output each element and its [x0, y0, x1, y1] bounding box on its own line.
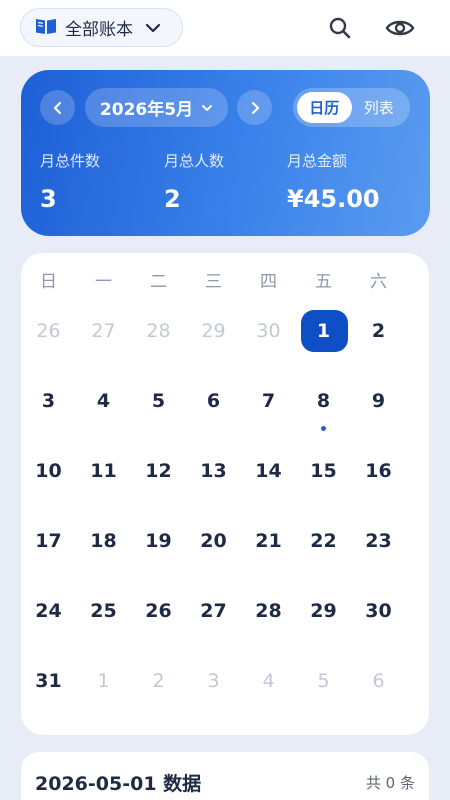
stat-label: 月总件数	[40, 152, 101, 170]
month-label: 2026年5月	[99, 100, 194, 120]
calendar-day[interactable]: 27	[76, 310, 131, 352]
calendar-day[interactable]: 4	[76, 380, 131, 422]
stat-monthly-people: 月总人数 2	[164, 150, 224, 213]
calendar-day[interactable]: 10	[21, 450, 76, 492]
book-icon	[35, 17, 57, 39]
month-selector[interactable]: 2026年5月	[85, 88, 228, 127]
calendar-day[interactable]: 29	[296, 590, 351, 632]
calendar-day[interactable]: 14	[241, 450, 296, 492]
calendar-day[interactable]: 24	[21, 590, 76, 632]
calendar-day[interactable]: 22	[296, 520, 351, 562]
chevron-left-icon	[53, 101, 61, 114]
calendar: 日 一 二 三 四 五 六 26 27 28 29 30 1 2 3 4 5 6…	[21, 253, 429, 735]
day-data-title: 2026-05-01 数据	[35, 773, 202, 795]
calendar-day[interactable]: 15	[296, 450, 351, 492]
calendar-day-selected[interactable]: 1	[296, 310, 351, 352]
calendar-day[interactable]: 16	[351, 450, 406, 492]
calendar-day[interactable]: 6	[186, 380, 241, 422]
calendar-day[interactable]: 19	[131, 520, 186, 562]
prev-month-button[interactable]	[40, 90, 75, 125]
month-summary-card: 2026年5月 日历 列表 月总件数 3 月总人数 2 月总金额 ¥45.00	[21, 70, 430, 236]
calendar-day[interactable]: 11	[76, 450, 131, 492]
calendar-day[interactable]: 6	[351, 660, 406, 702]
weekday-label: 一	[95, 272, 112, 292]
calendar-day[interactable]: 23	[351, 520, 406, 562]
calendar-day[interactable]: 9	[351, 380, 406, 422]
calendar-day[interactable]: 17	[21, 520, 76, 562]
record-indicator-dot	[321, 426, 326, 431]
calendar-week: 17 18 19 20 21 22 23	[21, 520, 429, 562]
tab-list[interactable]: 列表	[352, 92, 407, 123]
day-data-count: 共 0 条	[365, 774, 415, 792]
calendar-day[interactable]: 20	[186, 520, 241, 562]
view-toggle: 日历 列表	[293, 88, 410, 127]
calendar-day[interactable]: 2	[131, 660, 186, 702]
calendar-week: 31 1 2 3 4 5 6	[21, 660, 429, 702]
calendar-day[interactable]: 28	[131, 310, 186, 352]
calendar-day[interactable]: 26	[21, 310, 76, 352]
calendar-day[interactable]: 18	[76, 520, 131, 562]
weekday-label: 六	[370, 272, 387, 292]
stat-label: 月总金额	[287, 152, 348, 170]
calendar-day[interactable]: 8	[296, 380, 351, 431]
weekday-label: 二	[150, 272, 167, 292]
weekday-label: 五	[315, 272, 332, 292]
calendar-day[interactable]: 26	[131, 590, 186, 632]
account-selector-label: 全部账本	[65, 20, 133, 40]
chevron-right-icon	[251, 101, 259, 114]
day-data-card: 2026-05-01 数据 共 0 条	[21, 752, 429, 800]
calendar-day[interactable]: 4	[241, 660, 296, 702]
calendar-day[interactable]: 12	[131, 450, 186, 492]
stat-value: 3	[40, 185, 57, 213]
weekday-label: 四	[260, 272, 277, 292]
eye-icon[interactable]	[383, 11, 417, 45]
account-selector[interactable]: 全部账本	[20, 8, 183, 47]
calendar-day[interactable]: 3	[21, 380, 76, 422]
weekday-label: 三	[205, 272, 222, 292]
weekday-label: 日	[40, 272, 57, 292]
stat-monthly-items: 月总件数 3	[40, 150, 100, 213]
top-bar: 全部账本	[0, 0, 450, 56]
calendar-day[interactable]: 30	[351, 590, 406, 632]
calendar-day[interactable]: 31	[21, 660, 76, 702]
stat-value: ¥45.00	[287, 185, 380, 213]
calendar-day[interactable]: 27	[186, 590, 241, 632]
calendar-week: 10 11 12 13 14 15 16	[21, 450, 429, 492]
stat-value: 2	[164, 185, 181, 213]
calendar-day[interactable]: 25	[76, 590, 131, 632]
calendar-day[interactable]: 5	[131, 380, 186, 422]
calendar-day[interactable]: 30	[241, 310, 296, 352]
calendar-week: 24 25 26 27 28 29 30	[21, 590, 429, 632]
stat-monthly-amount: 月总金额 ¥45.00	[287, 150, 380, 213]
calendar-day[interactable]: 1	[76, 660, 131, 702]
tab-calendar[interactable]: 日历	[297, 92, 352, 123]
calendar-day[interactable]: 21	[241, 520, 296, 562]
calendar-week: 26 27 28 29 30 1 2	[21, 310, 429, 352]
chevron-down-icon	[202, 104, 213, 111]
calendar-week: 3 4 5 6 7 8 9	[21, 380, 429, 431]
next-month-button[interactable]	[237, 90, 272, 125]
stat-label: 月总人数	[164, 152, 225, 170]
calendar-day[interactable]: 3	[186, 660, 241, 702]
calendar-day[interactable]: 7	[241, 380, 296, 422]
calendar-day[interactable]: 5	[296, 660, 351, 702]
calendar-day[interactable]: 13	[186, 450, 241, 492]
chevron-down-icon	[145, 23, 161, 33]
weekday-header: 日 一 二 三 四 五 六	[21, 267, 429, 292]
calendar-day[interactable]: 28	[241, 590, 296, 632]
calendar-day[interactable]: 2	[351, 310, 406, 352]
calendar-day[interactable]: 29	[186, 310, 241, 352]
search-icon[interactable]	[323, 11, 357, 45]
